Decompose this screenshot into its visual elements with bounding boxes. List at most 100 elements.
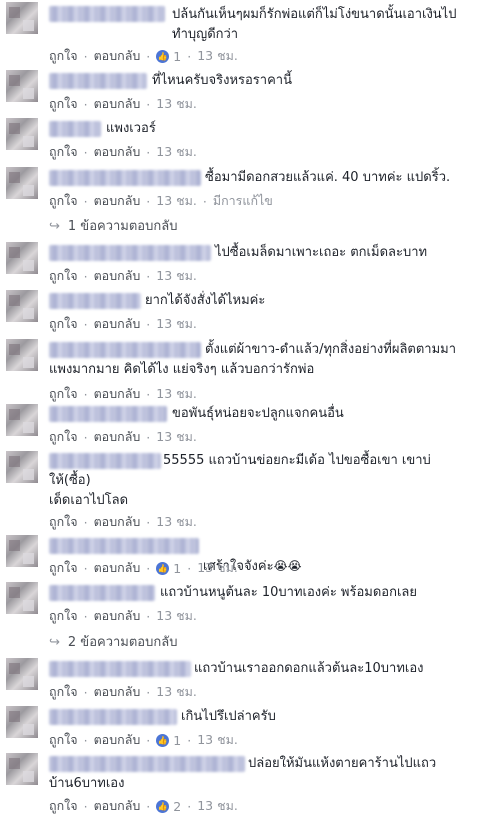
like-button[interactable]: ถูกใจ [49, 558, 78, 578]
separator: · [83, 732, 88, 748]
commenter-name[interactable] [49, 73, 147, 89]
timestamp[interactable]: 13 ชม. [156, 682, 197, 702]
reply-button[interactable]: ตอบกลับ [94, 266, 141, 286]
like-button[interactable]: ถูกใจ [49, 427, 78, 447]
avatar[interactable] [6, 582, 38, 614]
reply-button[interactable]: ตอบกลับ [94, 796, 141, 816]
like-count[interactable]: 1 [173, 49, 181, 64]
reply-button[interactable]: ตอบกลับ [94, 512, 141, 532]
like-count[interactable]: 1 [173, 561, 181, 576]
like-button[interactable]: ถูกใจ [49, 314, 78, 334]
commenter-name[interactable] [49, 661, 191, 677]
like-button[interactable]: ถูกใจ [49, 796, 78, 816]
timestamp[interactable]: 13 ชม. [156, 314, 197, 334]
edited-label[interactable]: มีการแก้ไข [213, 191, 273, 211]
view-replies-link[interactable]: ↪ 2 ข้อความตอบกลับ [49, 631, 177, 652]
avatar[interactable] [6, 242, 38, 274]
like-button[interactable]: ถูกใจ [49, 142, 78, 162]
thumbs-up-icon[interactable]: 👍 [156, 561, 170, 575]
commenter-name[interactable] [49, 406, 167, 422]
commenter-name[interactable] [49, 538, 199, 554]
timestamp[interactable]: 13 ชม. [197, 796, 238, 816]
separator: · [146, 798, 151, 814]
comment-text: แถวบ้านหนูต้นละ 10บาทเองค่ะ พร้อมดอกเลย [160, 585, 418, 600]
like-count[interactable]: 1 [173, 733, 181, 748]
reply-button[interactable]: ตอบกลับ [94, 314, 141, 334]
commenter-name[interactable] [49, 293, 141, 309]
replies-count[interactable]: 2 ข้อความตอบกลับ [68, 635, 178, 650]
avatar[interactable] [6, 2, 38, 34]
separator: · [146, 608, 151, 624]
avatar[interactable] [6, 70, 38, 102]
comment-actions: ถูกใจ · ตอบกลับ · 👍 1 · 13 ชม. [49, 558, 238, 578]
timestamp[interactable]: 13 ชม. [156, 191, 197, 211]
separator: · [146, 268, 151, 284]
separator: · [146, 316, 151, 332]
avatar[interactable] [6, 404, 38, 436]
comment-text: ไปซื้อเมล็ดมาเพาะเถอะ ตกเม็ดละบาท [215, 245, 428, 260]
reply-button[interactable]: ตอบกลับ [94, 384, 141, 404]
timestamp[interactable]: 13 ชม. [156, 94, 197, 114]
like-button[interactable]: ถูกใจ [49, 46, 78, 66]
separator: · [83, 798, 88, 814]
replies-count[interactable]: 1 ข้อความตอบกลับ [68, 219, 178, 234]
avatar[interactable] [6, 706, 38, 738]
commenter-name[interactable] [49, 585, 155, 601]
separator: · [146, 429, 151, 445]
avatar[interactable] [6, 535, 38, 567]
timestamp[interactable]: 13 ชม. [156, 266, 197, 286]
view-replies-link[interactable]: ↪ 1 ข้อความตอบกลับ [49, 215, 177, 236]
thumbs-up-icon[interactable]: 👍 [156, 799, 170, 813]
separator: · [146, 96, 151, 112]
like-button[interactable]: ถูกใจ [49, 94, 78, 114]
avatar[interactable] [6, 290, 38, 322]
reply-button[interactable]: ตอบกลับ [94, 191, 141, 211]
avatar[interactable] [6, 451, 38, 483]
separator: · [83, 514, 88, 530]
timestamp[interactable]: 13 ชม. [156, 606, 197, 626]
reply-button[interactable]: ตอบกลับ [94, 606, 141, 626]
avatar[interactable] [6, 658, 38, 690]
like-button[interactable]: ถูกใจ [49, 512, 78, 532]
separator: · [83, 429, 88, 445]
reply-button[interactable]: ตอบกลับ [94, 94, 141, 114]
thumbs-up-icon[interactable]: 👍 [156, 49, 170, 63]
timestamp[interactable]: 13 ชม. [197, 730, 238, 750]
timestamp[interactable]: 13 ชม. [197, 46, 238, 66]
separator: · [83, 684, 88, 700]
timestamp[interactable]: 13 ชม. [156, 427, 197, 447]
comment-actions: ถูกใจ · ตอบกลับ · 13 ชม. [49, 512, 197, 532]
separator: · [202, 193, 207, 209]
timestamp[interactable]: 13 ชม. [156, 142, 197, 162]
like-button[interactable]: ถูกใจ [49, 730, 78, 750]
reply-button[interactable]: ตอบกลับ [94, 730, 141, 750]
like-button[interactable]: ถูกใจ [49, 384, 78, 404]
timestamp[interactable]: 13 ชม. [156, 384, 197, 404]
thumbs-up-icon[interactable]: 👍 [156, 733, 170, 747]
commenter-name[interactable] [49, 6, 165, 22]
like-button[interactable]: ถูกใจ [49, 606, 78, 626]
reply-button[interactable]: ตอบกลับ [94, 142, 141, 162]
timestamp[interactable]: 13 ชม. [156, 512, 197, 532]
commenter-name[interactable] [49, 121, 101, 137]
separator: · [146, 193, 151, 209]
like-count[interactable]: 2 [173, 799, 181, 814]
reply-button[interactable]: ตอบกลับ [94, 558, 141, 578]
reply-button[interactable]: ตอบกลับ [94, 682, 141, 702]
commenter-name[interactable] [49, 170, 201, 186]
separator: · [83, 268, 88, 284]
timestamp[interactable]: 13 ชม. [197, 558, 238, 578]
avatar[interactable] [6, 339, 38, 371]
reply-button[interactable]: ตอบกลับ [94, 46, 141, 66]
comment-actions: ถูกใจ · ตอบกลับ · 13 ชม. [49, 682, 197, 702]
commenter-name[interactable] [49, 709, 177, 725]
reply-button[interactable]: ตอบกลับ [94, 427, 141, 447]
avatar[interactable] [6, 167, 38, 199]
like-button[interactable]: ถูกใจ [49, 266, 78, 286]
avatar[interactable] [6, 753, 38, 785]
avatar[interactable] [6, 118, 38, 150]
commenter-name[interactable] [49, 245, 211, 261]
like-button[interactable]: ถูกใจ [49, 191, 78, 211]
comment-text: แพงเวอร์ [106, 121, 156, 136]
like-button[interactable]: ถูกใจ [49, 682, 78, 702]
